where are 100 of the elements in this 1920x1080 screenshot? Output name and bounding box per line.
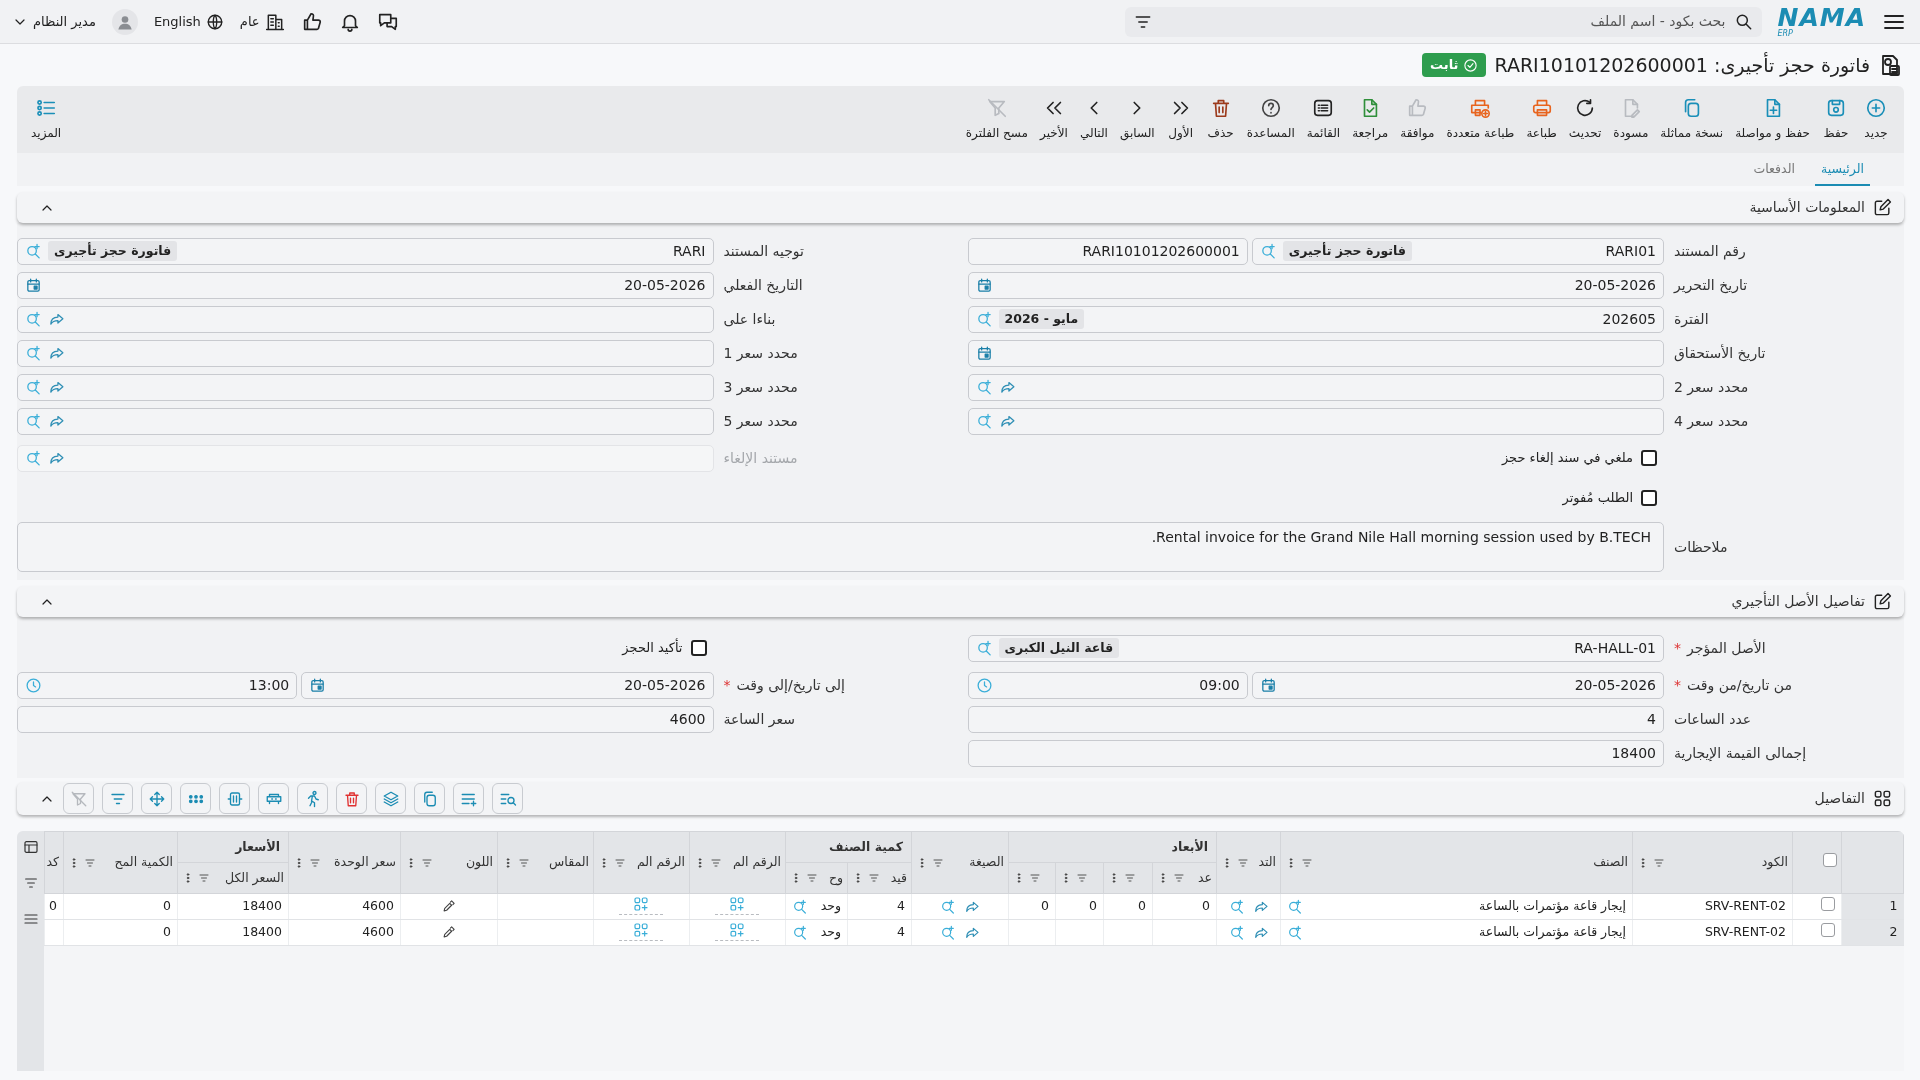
reference-field[interactable] (17, 373, 714, 401)
clock-icon[interactable] (975, 676, 993, 694)
tab[interactable]: الرئيسية (1814, 160, 1870, 186)
save-button[interactable]: حفظ (1816, 97, 1856, 142)
notes-field[interactable]: Rental invoice for the Grand Nile Hall morning session used by B.TECH. (17, 522, 1664, 572)
select-all-checkbox[interactable] (1823, 852, 1837, 867)
lookup-icon[interactable] (25, 344, 42, 362)
field-label: الفترة (1674, 310, 1709, 327)
clock-icon[interactable] (25, 676, 42, 694)
text-field[interactable]: 18400 (967, 739, 1664, 767)
lookup-icon[interactable] (975, 378, 993, 396)
save-continue-button[interactable]: حفظ و مواصلة (1729, 97, 1816, 142)
lookup-icon[interactable] (1287, 924, 1303, 941)
table-icon[interactable] (22, 839, 39, 855)
user-menu-button[interactable]: مدير النظام (12, 11, 96, 32)
reference-field[interactable] (17, 407, 714, 435)
table-cell: 0 (1138, 898, 1146, 914)
calendar-icon[interactable] (1259, 676, 1277, 694)
tab[interactable]: الدفعات (1747, 160, 1801, 186)
row-checkbox[interactable] (1821, 896, 1835, 911)
copy-button[interactable] (414, 783, 445, 814)
fit-button[interactable] (219, 783, 250, 814)
reference-field[interactable] (967, 373, 1664, 401)
field-value: RA-HALL-01 (1574, 639, 1656, 656)
calendar-icon[interactable] (309, 676, 327, 694)
delete-button[interactable] (336, 783, 367, 814)
run-button[interactable] (297, 783, 328, 814)
new-button[interactable]: جديد (1856, 97, 1896, 142)
menu-icon[interactable] (22, 911, 39, 927)
delete-button[interactable]: حذف (1200, 97, 1241, 142)
date-field[interactable]: 20-05-2026 (967, 271, 1664, 299)
lookup-icon[interactable] (25, 242, 42, 260)
checkbox[interactable] (1641, 450, 1657, 466)
date-field[interactable]: 20-05-2026 (17, 271, 714, 299)
page-title: فاتورة حجز تأجيرى: RARI10101202600001 (1494, 53, 1870, 77)
dots-button[interactable] (180, 783, 211, 814)
calendar-icon[interactable] (25, 276, 42, 294)
add-item-button[interactable] (715, 895, 760, 915)
lookup-icon[interactable] (975, 639, 993, 657)
lookup-icon[interactable] (1228, 898, 1245, 915)
time-field[interactable]: 09:00 (967, 671, 1248, 699)
reference-field[interactable] (17, 339, 714, 367)
column-header: السعر الكل (225, 868, 284, 888)
lookup-icon[interactable] (792, 898, 808, 915)
lookup-icon[interactable] (1228, 924, 1245, 941)
filter-icon[interactable] (22, 875, 39, 891)
print-multiple-button[interactable]: طباعة متعددة (1440, 97, 1521, 142)
text-field[interactable]: RARI10101202600001 (967, 237, 1248, 265)
search-bar[interactable]: بحث بكود - اسم الملف (1124, 6, 1762, 37)
lookup-icon[interactable] (25, 412, 42, 430)
column-header: وح (828, 868, 843, 888)
list-button[interactable]: القائمة (1300, 97, 1347, 142)
field-label: سعر الساعة (723, 710, 795, 727)
table-cell: 0 (1202, 898, 1210, 914)
language-button[interactable]: English (153, 11, 224, 32)
date-field[interactable]: 20-05-2026 (301, 671, 714, 699)
row-checkbox[interactable] (1821, 922, 1835, 937)
date-field[interactable]: 20-05-2026 (1251, 671, 1664, 699)
reference-field[interactable] (967, 407, 1664, 435)
reference-field[interactable] (17, 305, 714, 333)
add-item-button[interactable] (619, 921, 664, 941)
checkbox-label: الطلب مُفوتر (1562, 489, 1633, 508)
help-button[interactable]: المساعدة (1240, 97, 1301, 142)
date-field[interactable] (967, 339, 1664, 367)
first-button[interactable]: الأول (1160, 97, 1201, 142)
checkbox[interactable] (1641, 490, 1657, 506)
checkbox[interactable] (690, 640, 707, 656)
lookup-icon[interactable] (792, 924, 808, 941)
search-field[interactable]: بحث بكود - اسم الملف (1158, 10, 1728, 33)
lookup-icon[interactable] (940, 898, 956, 915)
duplicate-button[interactable]: نسخة مماثلة (1654, 97, 1730, 142)
review-button[interactable]: مراجعة (1346, 97, 1395, 142)
calendar-icon[interactable] (975, 344, 993, 362)
layers-button[interactable] (375, 783, 406, 814)
next-button[interactable]: التالي (1074, 97, 1114, 142)
lookup-icon[interactable] (1259, 242, 1277, 260)
add-row-button[interactable] (453, 783, 484, 814)
filter-button[interactable] (102, 783, 133, 814)
add-item-button[interactable] (619, 895, 664, 915)
text-field[interactable]: 4 (967, 705, 1664, 733)
refresh-button[interactable]: تحديث (1562, 97, 1608, 142)
company-button[interactable]: عام (239, 11, 285, 32)
lookup-icon[interactable] (1287, 898, 1303, 915)
print-button[interactable]: طباعة (1520, 97, 1563, 142)
previous-button[interactable]: السابق (1114, 97, 1161, 142)
add-item-button[interactable] (715, 921, 760, 941)
more-button[interactable]: المزيد (25, 97, 68, 142)
last-button[interactable]: الأخير (1034, 97, 1074, 142)
row-button[interactable] (258, 783, 289, 814)
text-field[interactable]: 4600 (17, 705, 714, 733)
lookup-icon[interactable] (25, 378, 42, 396)
calendar-icon[interactable] (975, 276, 993, 294)
find-button[interactable] (492, 783, 523, 814)
field-label: تاريخ التحرير (1674, 276, 1748, 293)
lookup-icon[interactable] (975, 310, 993, 328)
time-field[interactable]: 13:00 (17, 671, 298, 699)
move-button[interactable] (141, 783, 172, 814)
lookup-icon[interactable] (975, 412, 993, 430)
lookup-icon[interactable] (940, 924, 956, 941)
lookup-icon[interactable] (25, 310, 42, 328)
